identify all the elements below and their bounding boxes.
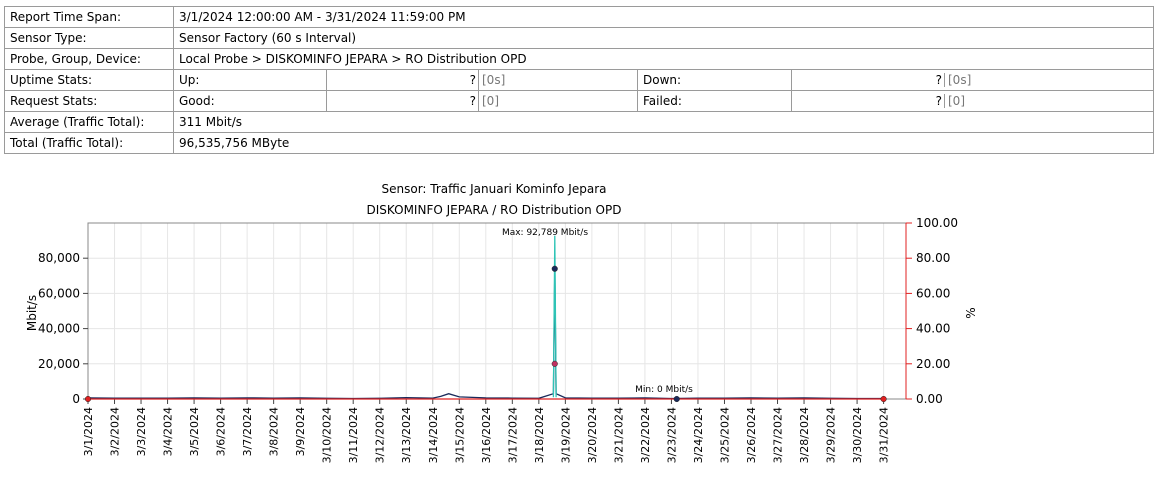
x-tick-label: 3/27/2024 xyxy=(772,407,785,463)
x-tick-label: 3/31/2024 xyxy=(878,407,891,463)
x-tick-label: 3/2/2024 xyxy=(109,407,122,456)
data-point xyxy=(84,395,92,403)
x-tick-label: 3/17/2024 xyxy=(506,407,519,463)
chart-title: Sensor: Traffic Januari Kominfo Jepara xyxy=(382,182,607,196)
good-extra: [0] xyxy=(478,90,638,112)
x-tick-label: 3/25/2024 xyxy=(718,407,731,463)
y-axis-label: Mbit/s xyxy=(25,295,39,331)
total-row: Total (Traffic Total): 96,535,756 MByte xyxy=(4,132,1154,154)
request-label: Request Stats: xyxy=(4,90,174,112)
uptime-stats-row: Uptime Stats: Up: ? [0s] Down: ? [0s] xyxy=(4,69,1154,91)
x-tick-label: 3/21/2024 xyxy=(612,407,625,463)
x-tick-label: 3/28/2024 xyxy=(798,407,811,463)
chart-subtitle: DISKOMINFO JEPARA / RO Distribution OPD xyxy=(367,203,622,217)
up-label: Up: xyxy=(173,69,327,91)
probe-row: Probe, Group, Device: Local Probe > DISK… xyxy=(4,48,1154,70)
report-time-span-row: Report Time Span: 3/1/2024 12:00:00 AM -… xyxy=(4,6,1154,28)
x-tick-label: 3/12/2024 xyxy=(374,407,387,463)
y2-tick-label: 80.00 xyxy=(916,251,950,265)
y-tick-label: 60,000 xyxy=(38,286,80,300)
x-tick-label: 3/9/2024 xyxy=(294,407,307,456)
x-tick-label: 3/30/2024 xyxy=(851,407,864,463)
x-tick-label: 3/29/2024 xyxy=(825,407,838,463)
good-value: ? xyxy=(326,90,479,112)
x-tick-label: 3/13/2024 xyxy=(400,407,413,463)
sensor-type-label: Sensor Type: xyxy=(4,27,174,49)
chart-grid xyxy=(87,223,906,400)
x-tick-label: 3/1/2024 xyxy=(82,407,95,456)
uptime-label: Uptime Stats: xyxy=(4,69,174,91)
traffic-chart: Sensor: Traffic Januari Kominfo Jepara D… xyxy=(25,182,978,463)
time-span-value: 3/1/2024 12:00:00 AM - 3/31/2024 11:59:0… xyxy=(173,6,1154,28)
x-tick-label: 3/19/2024 xyxy=(559,407,572,463)
down-cell: ? [0s] xyxy=(791,69,1154,91)
up-value: ? xyxy=(326,69,479,91)
y2-tick-label: 0.00 xyxy=(916,392,943,406)
x-axis: 3/1/2024 3/2/2024 3/3/2024 3/4/2024 3/5/2024… xyxy=(82,399,891,463)
failed-extra: [0] xyxy=(948,94,965,108)
failed-label: Failed: xyxy=(637,90,792,112)
x-tick-label: 3/15/2024 xyxy=(453,407,466,463)
x-tick-label: 3/18/2024 xyxy=(533,407,546,463)
average-label: Average (Traffic Total): xyxy=(4,111,174,133)
y-tick-label: 0 xyxy=(72,392,80,406)
down-label: Down: xyxy=(637,69,792,91)
x-tick-label: 3/22/2024 xyxy=(639,407,652,463)
request-stats-row: Request Stats: Good: ? [0] Failed: ? [0] xyxy=(4,90,1154,112)
x-tick-label: 3/4/2024 xyxy=(162,407,175,456)
y2-tick-label: 40.00 xyxy=(916,322,950,336)
series-line xyxy=(552,235,557,398)
x-tick-label: 3/7/2024 xyxy=(241,407,254,456)
data-point xyxy=(551,265,558,272)
data-point xyxy=(880,395,887,403)
probe-value: Local Probe > DISKOMINFO JEPARA > RO Dis… xyxy=(173,48,1154,70)
x-tick-label: 3/20/2024 xyxy=(586,407,599,463)
failed-value: ? xyxy=(793,94,945,108)
x-tick-label: 3/26/2024 xyxy=(745,407,758,463)
sensor-type-row: Sensor Type: Sensor Factory (60 s Interv… xyxy=(4,27,1154,49)
down-value: ? xyxy=(793,73,945,87)
plot-area-border xyxy=(87,222,907,400)
x-tick-label: 3/10/2024 xyxy=(321,407,334,463)
y-axis: 0 20,000 40,000 60,000 80,000 xyxy=(38,251,88,406)
y2-axis: 0.00 20.00 40.00 60.00 80.00 100.00 xyxy=(905,216,958,406)
time-span-label: Report Time Span: xyxy=(4,6,174,28)
x-tick-label: 3/23/2024 xyxy=(665,407,678,463)
x-tick-label: 3/24/2024 xyxy=(692,407,705,463)
y-tick-label: 40,000 xyxy=(38,322,80,336)
x-tick-label: 3/16/2024 xyxy=(480,407,493,463)
up-extra: [0s] xyxy=(478,69,638,91)
failed-cell: ? [0] xyxy=(791,90,1154,112)
average-row: Average (Traffic Total): 311 Mbit/s xyxy=(4,111,1154,133)
down-extra: [0s] xyxy=(948,73,972,87)
x-tick-label: 3/3/2024 xyxy=(135,407,148,456)
y2-tick-label: 20.00 xyxy=(916,357,950,371)
data-point xyxy=(673,395,680,403)
min-annotation: Min: 0 Mbit/s xyxy=(635,385,693,395)
y2-tick-label: 60.00 xyxy=(916,286,950,300)
average-value: 311 Mbit/s xyxy=(173,111,1154,133)
probe-label: Probe, Group, Device: xyxy=(4,48,174,70)
x-tick-label: 3/6/2024 xyxy=(215,407,228,456)
data-point xyxy=(551,360,558,367)
report-info-table: Report Time Span: 3/1/2024 12:00:00 AM -… xyxy=(4,6,1154,154)
x-tick-label: 3/14/2024 xyxy=(427,407,440,463)
x-tick-label: 3/11/2024 xyxy=(347,407,360,463)
sensor-type-value: Sensor Factory (60 s Interval) xyxy=(173,27,1154,49)
y-tick-label: 80,000 xyxy=(38,251,80,265)
x-tick-label: 3/8/2024 xyxy=(268,407,281,456)
good-label: Good: xyxy=(173,90,327,112)
y2-tick-label: 100.00 xyxy=(916,216,958,230)
total-label: Total (Traffic Total): xyxy=(4,132,174,154)
x-tick-label: 3/5/2024 xyxy=(188,407,201,456)
y2-axis-label: % xyxy=(964,307,978,318)
y-tick-label: 20,000 xyxy=(38,357,80,371)
max-annotation: Max: 92,789 Mbit/s xyxy=(502,228,588,238)
total-value: 96,535,756 MByte xyxy=(173,132,1154,154)
